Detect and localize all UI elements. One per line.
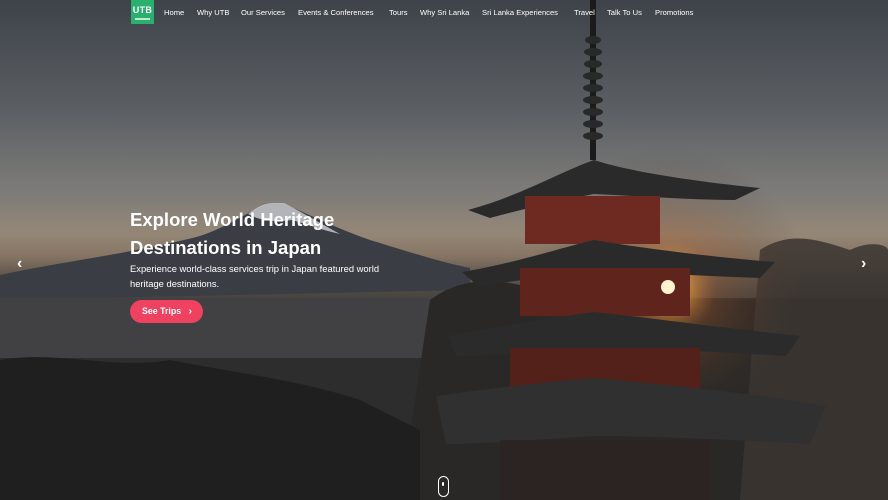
logo-text: UTB <box>132 5 153 15</box>
utb-logo[interactable]: UTB <box>131 0 154 24</box>
chevron-right-icon: › <box>188 306 192 317</box>
nav-item-our-services[interactable]: Our Services <box>241 8 285 17</box>
hero-subtext-line-1: Experience world-class services trip in … <box>130 263 380 274</box>
hero-subtext: Experience world-class services trip in … <box>130 262 430 291</box>
slider-prev-button[interactable]: ‹ <box>17 255 22 273</box>
top-navigation: UTB Home Why UTB Our Services Events & C… <box>0 0 888 26</box>
hero-headline-line-2: Destinations in Japan <box>130 237 322 258</box>
hero-headline: Explore World Heritage Destinations in J… <box>130 206 430 262</box>
nav-item-sri-lanka-experiences[interactable]: Sri Lanka Experiences <box>482 8 558 17</box>
nav-item-promotions[interactable]: Promotions <box>655 8 693 17</box>
chevron-left-icon: ‹ <box>17 255 23 272</box>
nav-item-talk-to-us[interactable]: Talk To Us <box>607 8 642 17</box>
scroll-wheel-dot <box>442 482 444 486</box>
nav-item-tours[interactable]: Tours <box>389 8 408 17</box>
chevron-right-icon: › <box>861 255 867 272</box>
nav-item-home[interactable]: Home <box>164 8 184 17</box>
nav-item-events-conferences[interactable]: Events & Conferences <box>298 8 374 17</box>
slider-next-button[interactable]: › <box>861 255 866 273</box>
see-trips-label: See Trips <box>142 306 182 316</box>
hero-headline-line-1: Explore World Heritage <box>130 209 335 230</box>
nav-item-why-sri-lanka[interactable]: Why Sri Lanka <box>420 8 469 17</box>
see-trips-button[interactable]: See Trips › <box>130 300 203 323</box>
nav-item-why-utb[interactable]: Why UTB <box>197 8 230 17</box>
mouse-scroll-icon[interactable] <box>438 476 449 497</box>
nav-item-travel[interactable]: Travel <box>574 8 595 17</box>
hero-subtext-line-2: heritage destinations. <box>130 277 220 289</box>
hero-slider: UTB Home Why UTB Our Services Events & C… <box>0 0 888 500</box>
logo-tagline-mark <box>135 18 150 20</box>
